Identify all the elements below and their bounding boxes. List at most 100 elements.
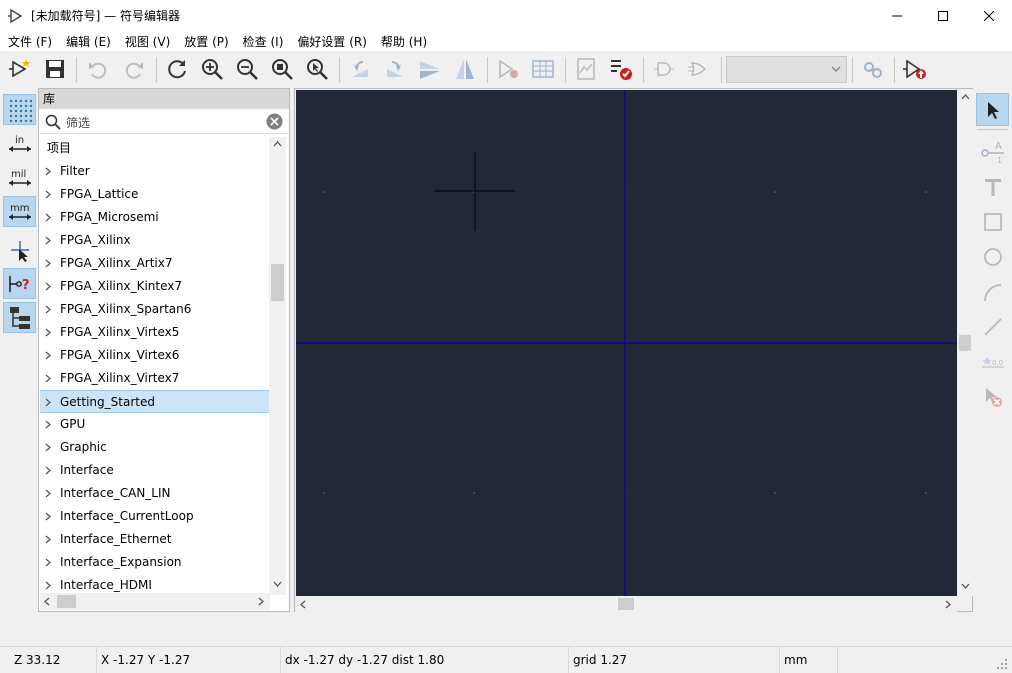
scrollbar-thumb[interactable] <box>959 335 971 351</box>
chevron-right-icon[interactable] <box>45 298 55 321</box>
text-tool-button[interactable] <box>976 170 1009 203</box>
mil-units-button[interactable]: mil <box>3 162 36 193</box>
scroll-right-icon[interactable] <box>258 597 264 606</box>
chevron-right-icon[interactable] <box>45 459 55 482</box>
menu-help[interactable]: 帮助 (H) <box>381 33 427 50</box>
scrollbar-thumb[interactable] <box>271 264 284 301</box>
arc-tool-button[interactable] <box>976 275 1009 308</box>
chevron-right-icon[interactable] <box>45 482 55 505</box>
chevron-right-icon[interactable] <box>45 229 55 252</box>
line-tool-button[interactable] <box>976 310 1009 343</box>
library-tree-item[interactable]: Interface_CurrentLoop <box>40 505 269 528</box>
canvas-horizontal-scrollbar[interactable] <box>295 596 957 612</box>
cursor-crosshair-button[interactable] <box>3 234 36 265</box>
menu-inspect[interactable]: 检查 (I) <box>243 33 284 50</box>
zoom-in-button[interactable] <box>198 55 226 83</box>
grid-toggle-button[interactable] <box>3 94 36 125</box>
library-tree-item[interactable]: FPGA_Xilinx_Virtex6 <box>40 344 269 367</box>
scroll-up-icon[interactable] <box>961 94 970 100</box>
pin-type-button[interactable]: ? <box>3 268 36 299</box>
search-input[interactable]: 筛选 <box>66 114 90 131</box>
library-tree-item[interactable]: FPGA_Xilinx_Spartan6 <box>40 298 269 321</box>
chevron-right-icon[interactable] <box>45 436 55 459</box>
sync-pins-button[interactable] <box>859 55 887 83</box>
export-symbol-button[interactable] <box>901 55 929 83</box>
zoom-out-button[interactable] <box>233 55 261 83</box>
close-button[interactable] <box>966 0 1012 31</box>
pin-table-button[interactable] <box>529 55 557 83</box>
menu-edit[interactable]: 编辑 (E) <box>66 33 111 50</box>
scroll-up-icon[interactable] <box>273 141 282 147</box>
chevron-right-icon[interactable] <box>45 391 55 414</box>
canvas-vertical-scrollbar[interactable] <box>957 89 973 596</box>
library-horizontal-scrollbar[interactable] <box>40 593 270 610</box>
drawing-canvas[interactable] <box>296 90 957 596</box>
chevron-right-icon[interactable] <box>45 505 55 528</box>
new-symbol-button[interactable] <box>6 55 34 83</box>
unit-a-button[interactable] <box>650 55 678 83</box>
library-vertical-scrollbar[interactable] <box>269 137 286 595</box>
clear-search-icon[interactable] <box>266 113 283 130</box>
library-tree-item[interactable]: Interface_Ethernet <box>40 528 269 551</box>
chevron-right-icon[interactable] <box>45 160 55 183</box>
chevron-right-icon[interactable] <box>45 528 55 551</box>
chevron-right-icon[interactable] <box>45 321 55 344</box>
chevron-right-icon[interactable] <box>45 252 55 275</box>
hierarchy-tree-button[interactable] <box>3 302 36 333</box>
datasheet-button[interactable] <box>572 55 600 83</box>
chevron-right-icon[interactable] <box>45 206 55 229</box>
chevron-right-icon[interactable] <box>45 183 55 206</box>
inch-units-button[interactable]: in <box>3 128 36 159</box>
menu-preferences[interactable]: 偏好设置 (R) <box>297 33 367 50</box>
zoom-selection-button[interactable] <box>303 55 331 83</box>
chevron-right-icon[interactable] <box>45 574 55 595</box>
anchor-tool-button[interactable]: 0,0 <box>976 345 1009 378</box>
resize-grip-icon[interactable] <box>996 658 1008 670</box>
library-tree-item[interactable]: Filter <box>40 160 269 183</box>
library-tree-item[interactable]: Graphic <box>40 436 269 459</box>
chevron-right-icon[interactable] <box>45 413 55 436</box>
minimize-button[interactable] <box>874 0 920 31</box>
library-tree-item[interactable]: FPGA_Xilinx <box>40 229 269 252</box>
library-tree-item[interactable]: FPGA_Xilinx_Virtex7 <box>40 367 269 390</box>
unit-b-button[interactable] <box>685 55 713 83</box>
library-tree-item[interactable]: FPGA_Lattice <box>40 183 269 206</box>
menu-view[interactable]: 视图 (V) <box>125 33 170 50</box>
mirror-h-button[interactable] <box>416 55 444 83</box>
library-tree-item[interactable]: Interface <box>40 459 269 482</box>
scroll-down-icon[interactable] <box>961 583 970 589</box>
symbol-properties-button[interactable] <box>494 55 522 83</box>
maximize-button[interactable] <box>920 0 966 31</box>
library-tree-item[interactable]: Interface_HDMI <box>40 574 269 595</box>
erc-check-button[interactable] <box>607 55 635 83</box>
delete-tool-button[interactable] <box>976 380 1009 413</box>
menu-file[interactable]: 文件 (F) <box>8 33 52 50</box>
chevron-right-icon[interactable] <box>45 551 55 574</box>
library-tree-item[interactable]: Interface_Expansion <box>40 551 269 574</box>
library-tree-item[interactable]: Getting_Started <box>40 390 269 413</box>
library-tree-item[interactable]: GPU <box>40 413 269 436</box>
library-tree-item[interactable]: FPGA_Xilinx_Kintex7 <box>40 275 269 298</box>
pin-tool-button[interactable]: A1 <box>976 135 1009 168</box>
mirror-v-button[interactable] <box>451 55 479 83</box>
undo-button[interactable] <box>84 55 112 83</box>
library-tree-item[interactable]: FPGA_Xilinx_Artix7 <box>40 252 269 275</box>
chevron-right-icon[interactable] <box>45 344 55 367</box>
mm-units-button[interactable]: mm <box>3 196 36 227</box>
rotate-cw-button[interactable] <box>381 55 409 83</box>
zoom-fit-button[interactable] <box>268 55 296 83</box>
scroll-left-icon[interactable] <box>44 597 50 606</box>
rotate-ccw-button[interactable] <box>346 55 374 83</box>
chevron-right-icon[interactable] <box>45 367 55 390</box>
library-tree-item[interactable]: Interface_CAN_LIN <box>40 482 269 505</box>
scroll-left-icon[interactable] <box>300 600 306 609</box>
library-tree-item[interactable]: FPGA_Xilinx_Virtex5 <box>40 321 269 344</box>
menu-place[interactable]: 放置 (P) <box>184 33 228 50</box>
scrollbar-thumb[interactable] <box>57 595 76 608</box>
scroll-down-icon[interactable] <box>273 581 282 587</box>
redo-button[interactable] <box>120 55 148 83</box>
save-button[interactable] <box>41 55 69 83</box>
library-tree-item[interactable]: FPGA_Microsemi <box>40 206 269 229</box>
scrollbar-thumb[interactable] <box>618 598 634 610</box>
library-search[interactable]: 筛选 <box>40 109 288 134</box>
